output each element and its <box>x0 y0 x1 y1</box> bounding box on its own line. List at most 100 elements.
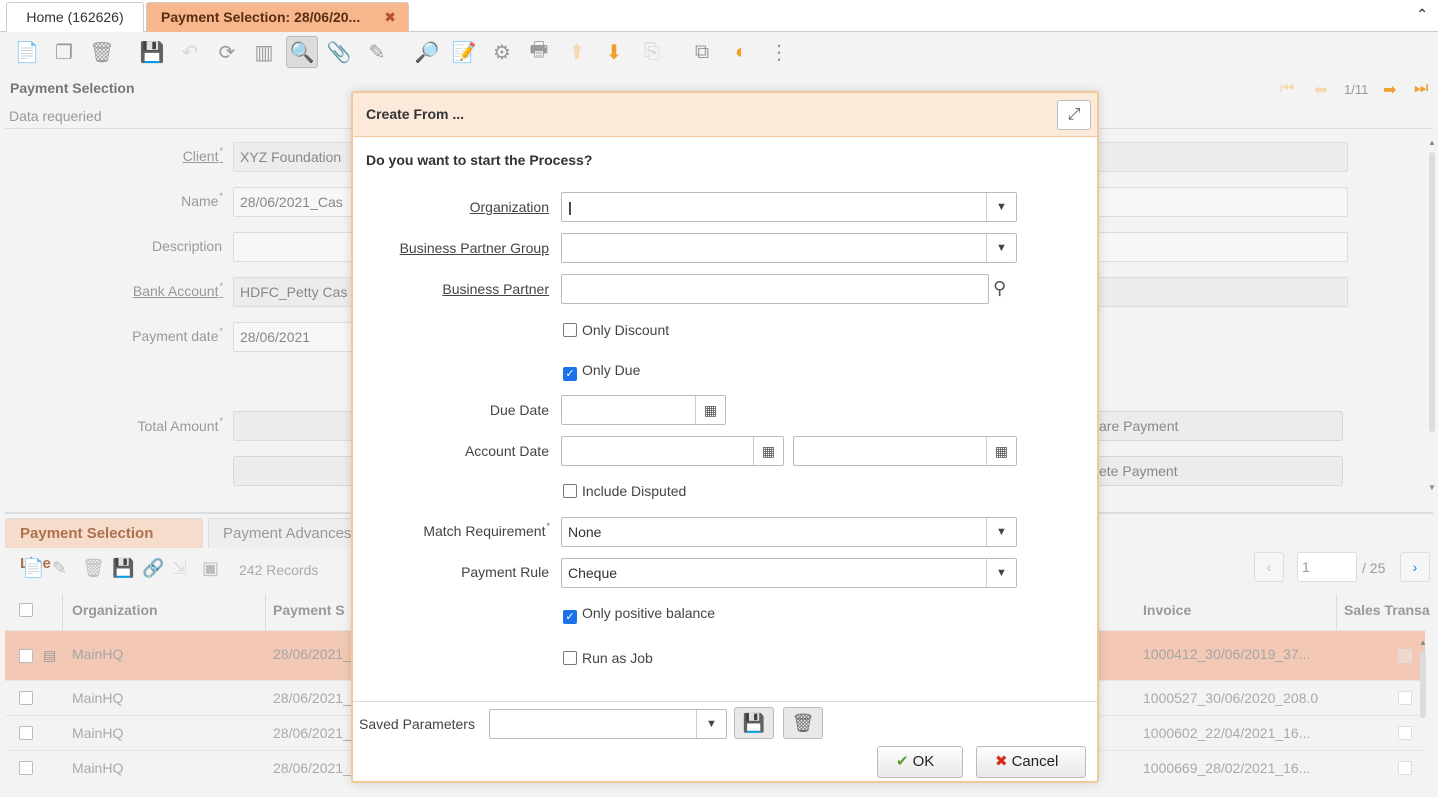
chevron-down-icon[interactable]: ▼ <box>986 559 1016 587</box>
zoom-across-icon[interactable]: 🔎 <box>411 36 443 68</box>
delete-parameters-icon[interactable]: 🗑 <box>783 707 823 739</box>
next-page-icon[interactable]: › <box>1400 552 1430 582</box>
previous-record-icon[interactable]: ⬅ <box>1314 80 1327 100</box>
more-options-icon[interactable]: ⋮ <box>763 36 795 68</box>
parent-record-icon[interactable]: ⬆ <box>561 36 593 68</box>
saved-parameters-select[interactable]: ▼ <box>489 709 727 739</box>
help-icon[interactable]: ◐ <box>725 36 757 68</box>
grid-delete-icon[interactable]: 🗑 <box>82 558 105 579</box>
grid-edit-icon[interactable]: ✎ <box>52 558 67 579</box>
grid-link-icon[interactable]: 🔗 <box>142 558 164 579</box>
checkbox-box[interactable] <box>563 651 577 665</box>
note-icon[interactable]: ✎ <box>361 36 393 68</box>
grid-customize-icon[interactable]: ▣ <box>202 558 219 579</box>
row-sales-checkbox[interactable] <box>1398 649 1412 663</box>
only-positive-balance-checkbox[interactable]: ✓ Only positive balance <box>563 605 715 624</box>
run-as-job-checkbox[interactable]: Run as Job <box>563 650 653 666</box>
grid-export-icon[interactable]: ⇲ <box>172 558 187 579</box>
row-sales-checkbox[interactable] <box>1398 726 1412 740</box>
account-date-to-input[interactable]: ▦ <box>793 436 1017 466</box>
grid-save-icon[interactable]: 💾 <box>112 558 134 579</box>
grid-new-icon[interactable]: 📄 <box>22 558 44 579</box>
organization-select[interactable]: | ▼ <box>561 192 1017 222</box>
row-checkbox[interactable] <box>19 761 33 775</box>
copy-record-icon[interactable]: ❐ <box>48 36 80 68</box>
process-icon[interactable]: ⚙ <box>486 36 518 68</box>
checkbox-box[interactable]: ✓ <box>563 367 577 381</box>
next-record-icon[interactable]: ➡ <box>1383 80 1396 100</box>
row-sales-checkbox[interactable] <box>1398 691 1412 705</box>
grid-toggle-icon[interactable]: ▥ <box>248 36 280 68</box>
column-header-organization[interactable]: Organization <box>66 594 266 630</box>
attachment-icon[interactable]: 📎 <box>323 36 355 68</box>
calendar-icon[interactable]: ▦ <box>753 437 783 465</box>
row-checkbox[interactable] <box>19 649 33 663</box>
only-discount-label: Only Discount <box>582 322 670 338</box>
select-all-header[interactable] <box>5 594 63 630</box>
payment-rule-select[interactable]: Cheque ▼ <box>561 558 1017 588</box>
print-icon[interactable]: 🖶 <box>523 36 555 68</box>
refresh-icon[interactable]: ⟳ <box>211 36 243 68</box>
calendar-icon[interactable]: ▦ <box>695 396 725 424</box>
grid-scrollbar[interactable]: ▲ <box>1419 638 1427 793</box>
row-checkbox[interactable] <box>19 726 33 740</box>
chevron-down-icon[interactable]: ▼ <box>986 193 1016 221</box>
workflow-icon[interactable]: ⧉ <box>686 36 718 68</box>
row-edit-icon[interactable]: ▤ <box>43 647 56 664</box>
last-record-icon[interactable]: ⏭ <box>1414 80 1428 98</box>
chevron-down-icon[interactable]: ▼ <box>696 710 726 738</box>
tab-payment-selection-label: Payment Selection: 28/06/20... <box>161 9 361 25</box>
checkbox-box[interactable] <box>563 323 577 337</box>
row-checkbox[interactable] <box>19 691 33 705</box>
undo-icon[interactable]: ↶ <box>174 36 206 68</box>
ok-button[interactable]: ✔ OK <box>877 746 963 778</box>
calendar-icon[interactable]: ▦ <box>986 437 1016 465</box>
tab-payment-selection[interactable]: Payment Selection: 28/06/20... ✖ <box>146 2 409 32</box>
tab-payment-selection-line[interactable]: Payment Selection Line <box>5 518 203 572</box>
tab-home[interactable]: Home (162626) <box>6 2 144 32</box>
only-positive-label: Only positive balance <box>582 605 716 621</box>
only-due-checkbox[interactable]: ✓ Only Due <box>563 362 640 381</box>
close-tab-icon[interactable]: ✖ <box>384 3 396 31</box>
run-as-job-label: Run as Job <box>582 650 653 666</box>
form-scrollbar[interactable]: ▲ ▼ <box>1428 138 1436 493</box>
match-requirement-value: None <box>568 524 602 540</box>
business-partner-input[interactable] <box>561 274 989 304</box>
checkbox-box[interactable] <box>563 484 577 498</box>
include-disputed-checkbox[interactable]: Include Disputed <box>563 483 686 499</box>
page-input[interactable]: 1 <box>1297 552 1357 582</box>
total-amount-label: Total Amount* <box>137 416 223 434</box>
only-discount-checkbox[interactable]: Only Discount <box>563 322 669 338</box>
cancel-label: Cancel <box>1011 753 1059 770</box>
account-date-from-input[interactable]: ▦ <box>561 436 784 466</box>
row-sales-checkbox[interactable] <box>1398 761 1412 775</box>
save-icon[interactable]: 💾 <box>136 36 168 68</box>
chevron-down-icon[interactable]: ▼ <box>986 234 1016 262</box>
complete-payment-button[interactable]: ete Payment <box>1090 456 1343 486</box>
select-all-checkbox[interactable] <box>19 603 33 617</box>
maximize-icon[interactable]: ⤢ <box>1057 100 1091 130</box>
match-requirement-select[interactable]: None ▼ <box>561 517 1017 547</box>
report-icon[interactable]: 📝 <box>448 36 480 68</box>
process-question: Do you want to start the Process? <box>366 152 593 168</box>
column-header-invoice[interactable]: Invoice <box>1137 594 1337 630</box>
save-parameters-icon[interactable]: 💾 <box>734 707 774 739</box>
detail-record-icon[interactable]: ⬇ <box>598 36 630 68</box>
bp-search-icon[interactable]: ⚲ <box>993 278 1006 299</box>
collapse-icon[interactable]: ⌃ <box>1416 6 1428 23</box>
prepare-payment-button[interactable]: are Payment <box>1090 411 1343 441</box>
chevron-down-icon[interactable]: ▼ <box>986 518 1016 546</box>
delete-icon[interactable]: 🗑 <box>86 36 118 68</box>
tab-payment-advances[interactable]: Payment Advances <box>208 518 368 548</box>
cancel-button[interactable]: ✖ Cancel <box>976 746 1086 778</box>
bp-group-select[interactable]: ▼ <box>561 233 1017 263</box>
checkbox-box[interactable]: ✓ <box>563 610 577 624</box>
previous-page-icon[interactable]: ‹ <box>1254 552 1284 582</box>
find-icon[interactable]: 🔍 <box>286 36 318 68</box>
first-record-icon[interactable]: ⏮ <box>1280 80 1294 98</box>
due-date-input[interactable]: ▦ <box>561 395 726 425</box>
new-record-icon[interactable]: 📄 <box>11 36 43 68</box>
column-header-sales-transaction[interactable]: Sales Transa <box>1338 594 1433 630</box>
payment-rule-label: Payment Rule <box>461 564 549 580</box>
lock-icon[interactable]: ⎘ <box>636 36 668 68</box>
